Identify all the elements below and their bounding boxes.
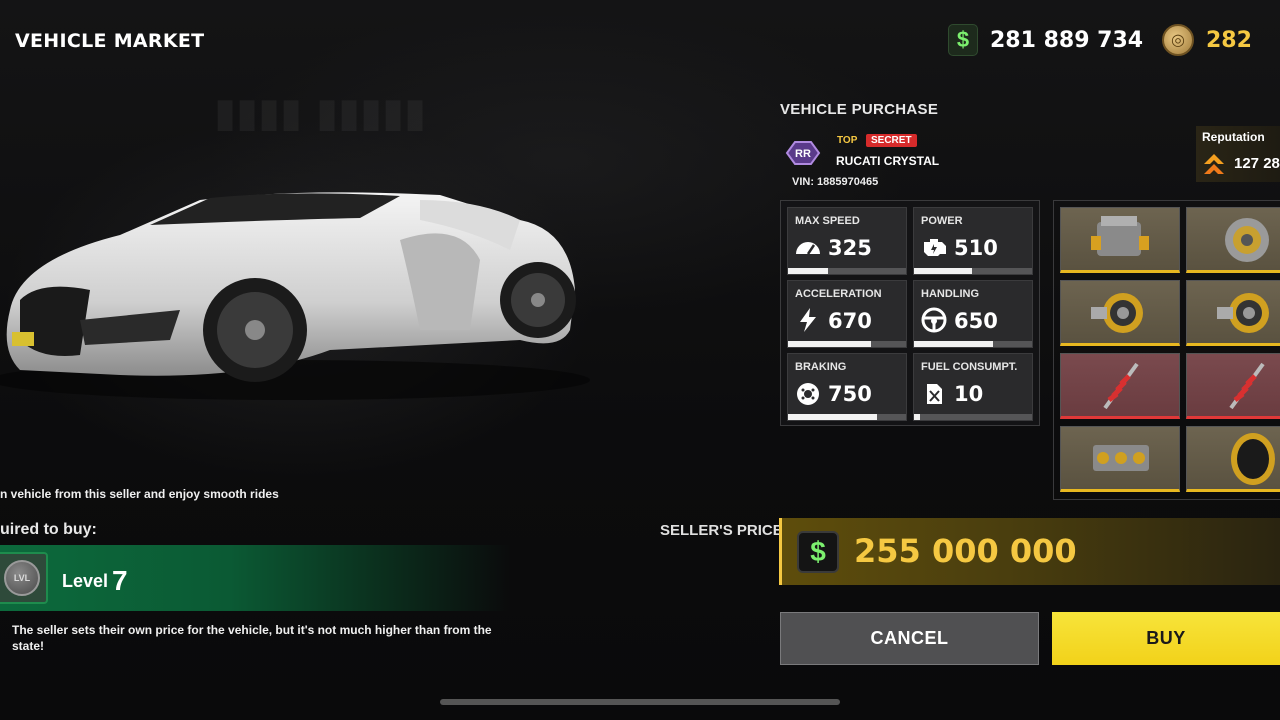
price-band: $ 255 000 000: [779, 518, 1280, 585]
suspension-part-icon: [1229, 362, 1265, 410]
sellers-price-label: SELLER'S PRICE:: [660, 522, 788, 539]
brand-logo-text: RR: [795, 148, 811, 160]
stat-max-speed: MAX SPEED 325: [787, 207, 907, 275]
stat-bar-fill: [788, 414, 877, 420]
vin-number: VIN: 1885970465: [792, 176, 879, 188]
price-note: The seller sets their own price for the …: [12, 623, 492, 653]
stat-label: HANDLING: [921, 288, 980, 300]
engine-icon: [924, 239, 946, 256]
part-tire[interactable]: [1186, 426, 1280, 492]
part-engine[interactable]: [1060, 207, 1180, 273]
turbo-part-icon: [1217, 293, 1269, 333]
dollar-icon: $: [797, 531, 839, 573]
stat-bar: [914, 414, 1032, 420]
stat-bar: [788, 414, 906, 420]
stat-label: BRAKING: [795, 361, 847, 373]
stat-braking: BRAKING 750: [787, 353, 907, 421]
part-transmission[interactable]: [1060, 426, 1180, 492]
reputation-icon: [1204, 154, 1224, 174]
stat-power: POWER 510: [913, 207, 1033, 275]
brake-disc-icon: [797, 383, 819, 405]
engine-part-icon: [1091, 216, 1149, 256]
stat-value: 325: [828, 236, 872, 260]
suspension-part-icon: [1103, 362, 1139, 410]
stat-value: 670: [828, 309, 872, 333]
price-value: 255 000 000: [854, 532, 1077, 570]
stat-value: 10: [954, 382, 984, 406]
stat-label: MAX SPEED: [795, 215, 860, 227]
level-number: 7: [112, 565, 128, 596]
stat-value: 750: [828, 382, 872, 406]
brand-logo-icon: RR: [785, 141, 821, 165]
dollar-icon: $: [948, 24, 978, 56]
level-badge: LVL: [0, 552, 48, 604]
seller-info-text: n vehicle from this seller and enjoy smo…: [0, 487, 279, 501]
tire-part-icon: [1231, 433, 1275, 485]
stat-bar-fill: [788, 341, 871, 347]
steering-wheel-icon: [921, 307, 947, 333]
top-bar: VEHICLE MARKET $ 281 889 734 ◎ 282: [0, 0, 1280, 80]
part-turbo[interactable]: [1060, 280, 1180, 346]
background-watermark: ▮▮▮▮ ▮▮▮▮▮: [214, 90, 427, 136]
part-turbo[interactable]: [1186, 280, 1280, 346]
cancel-button[interactable]: CANCEL: [780, 612, 1039, 665]
stat-bar: [914, 341, 1032, 347]
stat-fuel-consumption: FUEL CONSUMPT. 10: [913, 353, 1033, 421]
stat-bar-fill: [914, 341, 994, 347]
lightning-icon: [800, 308, 816, 332]
level-requirement: LVL Level 7: [0, 545, 510, 611]
tag-top: TOP: [837, 135, 858, 146]
stat-label: ACCELERATION: [795, 288, 882, 300]
stat-bar-fill: [914, 268, 972, 274]
coin-icon: ◎: [1162, 24, 1194, 56]
part-suspension[interactable]: [1186, 353, 1280, 419]
buy-button[interactable]: BUY: [1052, 612, 1280, 665]
tag-secret: SECRET: [866, 134, 917, 147]
part-suspension[interactable]: [1060, 353, 1180, 419]
stats-panel: MAX SPEED 325 POWER 510 ACCELERATION 670…: [780, 200, 1040, 426]
stat-label: POWER: [921, 215, 963, 227]
money-value: 281 889 734: [990, 27, 1144, 53]
stat-bar: [788, 268, 906, 274]
stat-acceleration: ACCELERATION 670: [787, 280, 907, 348]
fuel-can-icon: [927, 384, 942, 404]
reputation-label: Reputation: [1202, 130, 1265, 144]
stat-bar: [788, 341, 906, 347]
coin-value: 282: [1206, 27, 1252, 53]
stat-bar-fill: [914, 414, 920, 420]
speedometer-icon: [796, 242, 820, 255]
stat-bar-fill: [788, 268, 829, 274]
money-balance: $ 281 889 734: [948, 24, 1143, 56]
turbo-part-icon: [1091, 293, 1143, 333]
required-to-buy-label: uired to buy:: [0, 521, 97, 538]
level-badge-text: LVL: [4, 560, 40, 596]
stat-label: FUEL CONSUMPT.: [921, 361, 1018, 373]
reputation-value: 127 28: [1234, 155, 1280, 172]
car-image: [0, 192, 590, 400]
part-clutch[interactable]: [1186, 207, 1280, 273]
coin-balance[interactable]: ◎ 282: [1162, 24, 1252, 56]
home-indicator[interactable]: [440, 699, 840, 705]
vehicle-purchase-title: VEHICLE PURCHASE: [780, 101, 939, 118]
stat-handling: HANDLING 650: [913, 280, 1033, 348]
transmission-part-icon: [1093, 445, 1149, 471]
stat-bar: [914, 268, 1032, 274]
level-text: Level 7: [62, 565, 128, 597]
clutch-part-icon: [1225, 218, 1269, 262]
page-title: VEHICLE MARKET: [15, 30, 205, 52]
parts-grid: [1053, 200, 1280, 500]
stat-value: 650: [954, 309, 998, 333]
reputation-panel: Reputation 127 28: [1196, 126, 1280, 182]
level-label: Level: [62, 571, 109, 591]
stat-value: 510: [954, 236, 998, 260]
car-name: RUCATI CRYSTAL: [836, 154, 940, 168]
